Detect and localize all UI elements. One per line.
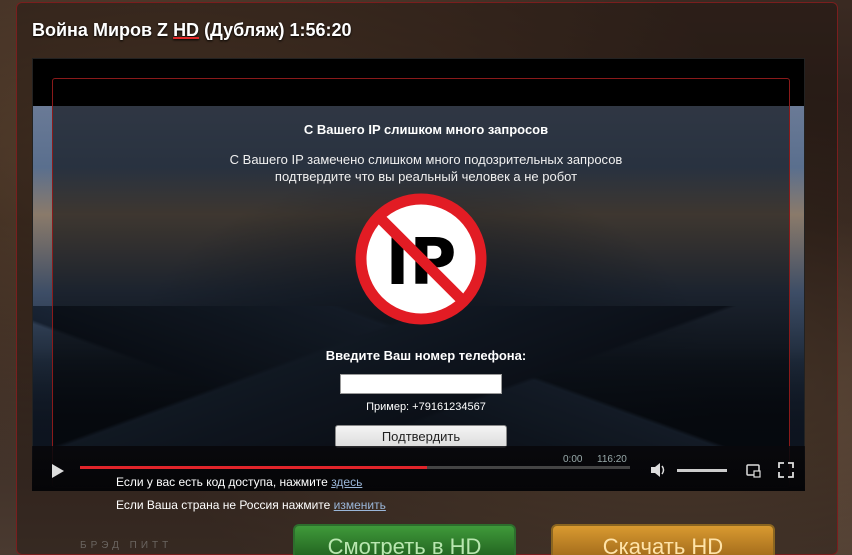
time-current: 0:00 (563, 454, 583, 465)
country-change-link[interactable]: изменить (334, 498, 386, 512)
download-hd-button[interactable]: Скачать HD (551, 524, 775, 555)
phone-input[interactable] (340, 374, 502, 394)
overlay-line-2: подтвердите что вы реальный человек а не… (274, 169, 578, 184)
access-code-link[interactable]: здесь (331, 475, 362, 489)
volume-icon[interactable] (650, 462, 668, 478)
play-icon[interactable] (52, 464, 64, 478)
poster-brand-text: БРЭД ПИТТ (80, 540, 173, 551)
overlay-heading: С Вашего IP слишком много запросов (303, 122, 549, 137)
access-code-line: Если у вас есть код доступа, нажмите зде… (116, 475, 362, 489)
phone-label: Введите Ваш номер телефона: (325, 348, 527, 363)
title-suffix: (Дубляж) 1:56:20 (199, 20, 352, 40)
country-line: Если Ваша страна не Россия нажмите измен… (116, 498, 386, 512)
overlay-line-1: С Вашего IP замечено слишком много подоз… (229, 152, 623, 167)
movie-title: Война Миров Z HD (Дубляж) 1:56:20 (32, 20, 352, 41)
settings-icon[interactable] (745, 462, 761, 478)
progress-bar[interactable] (80, 466, 630, 469)
access-code-text: Если у вас есть код доступа, нажмите (116, 475, 332, 489)
country-text: Если Ваша страна не Россия нажмите (116, 498, 334, 512)
fullscreen-icon[interactable] (778, 462, 794, 478)
confirm-button[interactable]: Подтвердить (335, 425, 507, 448)
progress-fill (80, 466, 427, 469)
volume-slider[interactable] (677, 469, 727, 472)
title-prefix: Война Миров Z (32, 20, 174, 40)
time-total: 116:20 (597, 454, 627, 465)
phone-example: Пример: +79161234567 (366, 401, 486, 413)
title-hd-badge: HD (173, 20, 200, 40)
no-ip-icon: IP (355, 193, 487, 325)
watch-hd-button[interactable]: Смотреть в HD (293, 524, 516, 555)
